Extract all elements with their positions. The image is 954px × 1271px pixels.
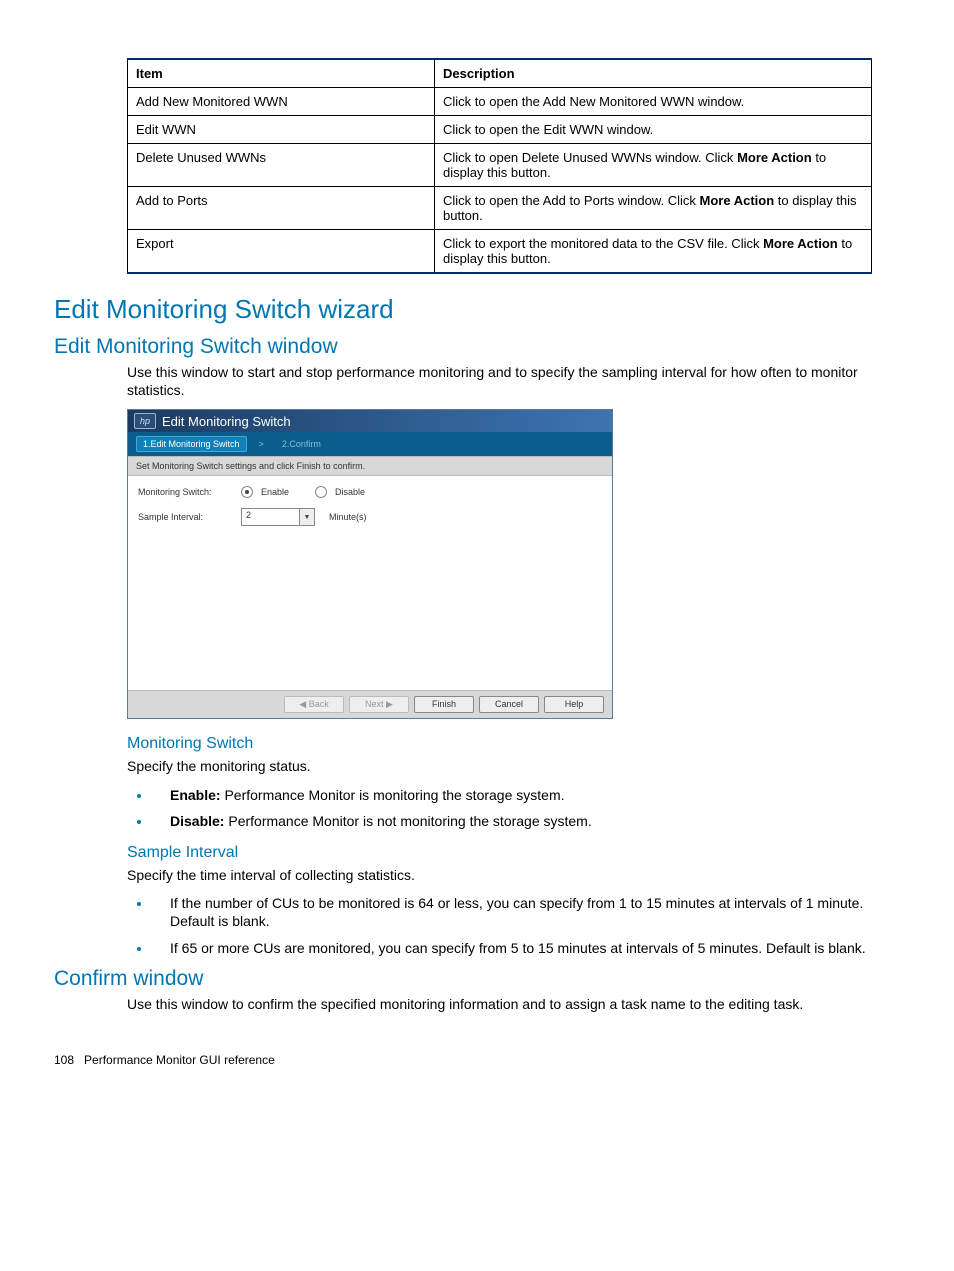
- heading-edit-window: Edit Monitoring Switch window: [54, 335, 872, 359]
- dropdown-arrow-icon: ▼: [299, 509, 314, 525]
- list-item: Disable: Performance Monitor is not moni…: [152, 812, 872, 830]
- edit-window-desc: Use this window to start and stop perfor…: [127, 363, 872, 399]
- footer-section: Performance Monitor GUI reference: [84, 1053, 275, 1067]
- finish-button[interactable]: Finish: [414, 696, 474, 713]
- table-row: Edit WWN Click to open the Edit WWN wind…: [128, 116, 872, 144]
- wizard-instruction: Set Monitoring Switch settings and click…: [128, 456, 612, 476]
- page-footer: 108 Performance Monitor GUI reference: [54, 1053, 872, 1067]
- back-button[interactable]: ◀ Back: [284, 696, 344, 713]
- sample-interval-value: 2: [242, 509, 299, 525]
- wizard-titlebar: hp Edit Monitoring Switch: [128, 410, 612, 432]
- next-button[interactable]: Next ▶: [349, 696, 409, 713]
- cancel-button[interactable]: Cancel: [479, 696, 539, 713]
- radio-enable-label: Enable: [261, 487, 289, 497]
- wizard-button-bar: ◀ Back Next ▶ Finish Cancel Help: [128, 690, 612, 718]
- heading-confirm-window: Confirm window: [54, 967, 872, 991]
- wizard-step-sep: >: [253, 436, 270, 452]
- sample-interval-list: If the number of CUs to be monitored is …: [152, 894, 872, 957]
- wizard-dialog: hp Edit Monitoring Switch 1.Edit Monitor…: [127, 409, 613, 719]
- table-row: Export Click to export the monitored dat…: [128, 230, 872, 274]
- heading-monitoring-switch: Monitoring Switch: [127, 735, 872, 753]
- sample-interval-unit: Minute(s): [329, 512, 367, 522]
- wizard-step-1[interactable]: 1.Edit Monitoring Switch: [136, 436, 247, 452]
- reference-table: Item Description Add New Monitored WWN C…: [127, 58, 872, 274]
- wizard-breadcrumb: 1.Edit Monitoring Switch > 2.Confirm: [128, 432, 612, 456]
- monitoring-switch-list: Enable: Performance Monitor is monitorin…: [152, 786, 872, 830]
- table-header-item: Item: [128, 59, 435, 88]
- confirm-window-desc: Use this window to confirm the specified…: [127, 995, 872, 1013]
- table-header-desc: Description: [435, 59, 872, 88]
- page-number: 108: [54, 1053, 74, 1067]
- help-button[interactable]: Help: [544, 696, 604, 713]
- sample-interval-select[interactable]: 2 ▼: [241, 508, 315, 526]
- list-item: If the number of CUs to be monitored is …: [152, 894, 872, 930]
- label-sample-interval: Sample Interval:: [138, 512, 233, 522]
- list-item: Enable: Performance Monitor is monitorin…: [152, 786, 872, 804]
- table-row: Add to Ports Click to open the Add to Po…: [128, 187, 872, 230]
- radio-disable[interactable]: [315, 486, 327, 498]
- heading-sample-interval: Sample Interval: [127, 844, 872, 862]
- list-item: If 65 or more CUs are monitored, you can…: [152, 939, 872, 957]
- hp-logo-icon: hp: [134, 413, 156, 429]
- label-monitoring-switch: Monitoring Switch:: [138, 487, 233, 497]
- monitoring-switch-desc: Specify the monitoring status.: [127, 757, 872, 775]
- table-row: Add New Monitored WWN Click to open the …: [128, 88, 872, 116]
- table-row: Delete Unused WWNs Click to open Delete …: [128, 144, 872, 187]
- heading-wizard: Edit Monitoring Switch wizard: [54, 294, 872, 325]
- wizard-title-text: Edit Monitoring Switch: [162, 414, 291, 429]
- radio-enable[interactable]: [241, 486, 253, 498]
- wizard-step-2[interactable]: 2.Confirm: [276, 436, 327, 452]
- radio-disable-label: Disable: [335, 487, 365, 497]
- sample-interval-desc: Specify the time interval of collecting …: [127, 866, 872, 884]
